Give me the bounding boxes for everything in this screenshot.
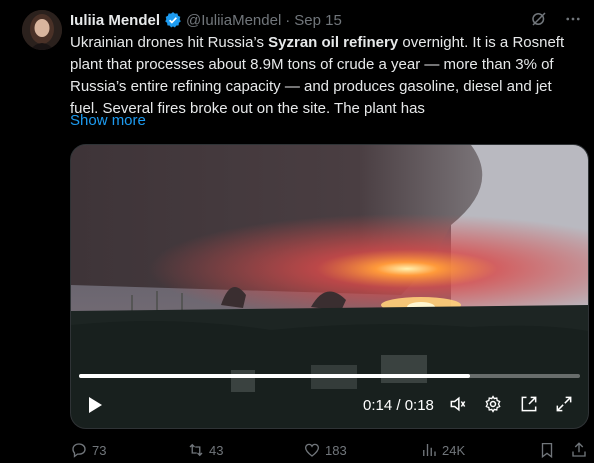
heart-icon xyxy=(304,443,320,457)
volume-icon[interactable] xyxy=(448,394,468,414)
bookmark-button[interactable] xyxy=(538,441,560,459)
video-controls: 0:14 / 0:18 xyxy=(71,391,588,419)
reply-icon xyxy=(72,443,86,458)
view-count: 24K xyxy=(442,442,466,458)
video-frame xyxy=(71,145,588,428)
views-button[interactable]: 24K xyxy=(420,441,465,459)
post-text: Ukrainian drones hit Russia’s Syzran oil… xyxy=(70,32,580,120)
verified-badge-icon xyxy=(164,11,182,29)
author-handle[interactable]: @IuliiaMendel xyxy=(186,12,281,29)
reply-button[interactable]: 73 xyxy=(70,441,106,459)
post-text-part-1: Ukrainian drones hit Russia’s xyxy=(70,34,269,51)
fullscreen-icon[interactable] xyxy=(554,394,574,414)
video-progress-fill xyxy=(79,374,470,378)
views-chart-icon xyxy=(423,444,436,456)
share-icon xyxy=(572,442,586,457)
video-progress-bar[interactable] xyxy=(79,374,580,378)
reply-count: 73 xyxy=(92,442,107,458)
picture-in-picture-icon[interactable] xyxy=(519,394,539,414)
author-name[interactable]: Iuliia Mendel xyxy=(70,12,160,29)
more-options-icon[interactable] xyxy=(564,10,582,28)
top-actions xyxy=(530,10,582,28)
post-text-bold: Syzran oil refinery xyxy=(268,34,399,51)
avatar[interactable] xyxy=(22,10,62,50)
tweet: Iuliia Mendel @IuliiaMendel · Sep 15 Ukr… xyxy=(0,0,594,463)
like-button[interactable]: 183 xyxy=(303,441,347,459)
video-player[interactable]: 0:14 / 0:18 xyxy=(70,144,589,429)
play-icon[interactable] xyxy=(87,396,103,419)
repost-count: 43 xyxy=(209,442,224,458)
show-more-link[interactable]: Show more xyxy=(70,112,146,129)
like-count: 183 xyxy=(325,442,347,458)
action-bar: 73 43 183 24K xyxy=(70,441,586,461)
video-time: 0:14 / 0:18 xyxy=(363,397,434,414)
grok-icon[interactable] xyxy=(530,10,548,28)
share-button[interactable] xyxy=(570,441,592,459)
tweet-header: Iuliia Mendel @IuliiaMendel · Sep 15 xyxy=(70,10,342,30)
bookmark-icon xyxy=(541,442,553,459)
settings-gear-icon[interactable] xyxy=(483,394,503,414)
post-date[interactable]: Sep 15 xyxy=(294,12,342,29)
separator-dot: · xyxy=(285,11,291,29)
repost-button[interactable]: 43 xyxy=(187,441,223,459)
repost-icon xyxy=(189,443,203,457)
